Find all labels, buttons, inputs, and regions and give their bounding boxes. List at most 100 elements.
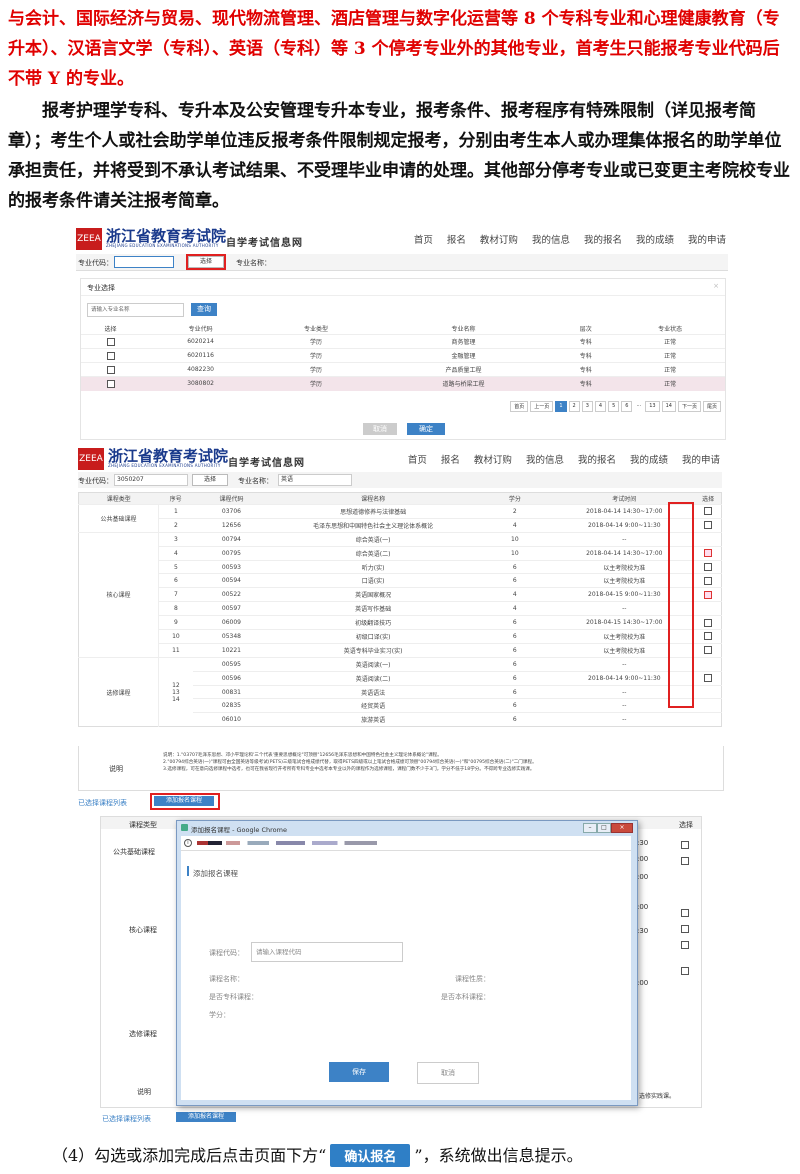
- major-code-input[interactable]: [114, 256, 174, 268]
- course-checkbox[interactable]: [704, 576, 713, 585]
- course-checkbox[interactable]: [704, 590, 713, 599]
- cell-select: [695, 713, 721, 727]
- course-code-input[interactable]: 请输入课程代码: [251, 942, 403, 962]
- step-4-prefix: （4）勾选或添加完成后点击页面下方“: [52, 1146, 327, 1165]
- nav-my-scores[interactable]: 我的成绩: [630, 452, 668, 466]
- table-row[interactable]: 8 00597 英语写作基础 4 --: [78, 601, 722, 616]
- major-name-input[interactable]: 英语: [278, 474, 352, 486]
- page-1[interactable]: 1: [555, 401, 567, 412]
- page-13[interactable]: 13: [645, 401, 660, 412]
- nav-my-registration[interactable]: 我的报名: [578, 452, 616, 466]
- course-checkbox[interactable]: [704, 646, 713, 655]
- table-row[interactable]: 5 00593 听力(实) 6 以主考院校为准: [78, 560, 722, 574]
- page-5[interactable]: 5: [608, 401, 620, 412]
- row-checkbox[interactable]: [106, 379, 115, 388]
- page-prev[interactable]: 上一页: [530, 401, 554, 412]
- nav-my-info[interactable]: 我的信息: [526, 452, 564, 466]
- add-course-button[interactable]: 添加报名课程: [176, 1112, 236, 1122]
- course-checkbox[interactable]: [704, 674, 713, 683]
- bg-checkbox[interactable]: [681, 841, 689, 849]
- cell-number: 4: [173, 549, 178, 557]
- highlight-add-button: [150, 793, 220, 810]
- cancel-button[interactable]: 取消: [363, 423, 397, 435]
- table-row[interactable]: 核心课程 3 00794 综合英语(一) 10 --: [78, 532, 722, 658]
- row-checkbox[interactable]: [106, 365, 115, 374]
- major-search-input[interactable]: 请输入专业名称: [87, 303, 184, 317]
- confirm-registration-button[interactable]: 确认报名: [330, 1144, 411, 1167]
- bg-checkbox[interactable]: [681, 925, 689, 933]
- cancel-button[interactable]: 取消: [417, 1062, 479, 1084]
- table-row[interactable]: 10 05348 初级口译(实) 6 以主考院校为准: [78, 629, 722, 644]
- bg-type-core: 核心课程: [129, 926, 157, 934]
- course-checkbox[interactable]: [704, 632, 713, 641]
- confirm-button[interactable]: 确定: [407, 423, 445, 435]
- selected-course-list-label: 已选择课程列表: [102, 1115, 151, 1123]
- query-button[interactable]: 查询: [191, 303, 217, 316]
- row-checkbox[interactable]: [106, 337, 115, 346]
- course-checkbox[interactable]: [704, 521, 713, 530]
- page-4[interactable]: 4: [594, 401, 607, 412]
- table-row[interactable]: 选修课程 12 13 14 00595 英语阅读(一) 6 --: [78, 657, 722, 727]
- info-icon[interactable]: i: [184, 839, 192, 847]
- page-14[interactable]: 14: [661, 401, 676, 412]
- col-credit: 学分: [508, 496, 521, 503]
- bg-checkbox[interactable]: [681, 941, 689, 949]
- address-bar[interactable]: i: [181, 836, 631, 851]
- bg-col-course-type: 课程类型: [129, 821, 157, 829]
- maximize-icon[interactable]: □: [597, 823, 611, 833]
- course-checkbox[interactable]: [704, 549, 713, 558]
- table-row[interactable]: 2 12656 毛泽东思想和中国特色社会主义理论体系概论 4 2018-04-14 9:…: [78, 518, 722, 532]
- table-row[interactable]: 3080802 学历 道路与桥梁工程 专科 正常: [81, 376, 725, 391]
- table-row[interactable]: 6 00594 口语(实) 6 以主考院校为准: [78, 573, 722, 588]
- bg-checkbox[interactable]: [681, 967, 689, 975]
- nav-my-applications[interactable]: 我的申请: [688, 232, 726, 246]
- bg-checkbox[interactable]: [681, 909, 689, 917]
- nav-textbooks[interactable]: 教材订购: [480, 232, 518, 246]
- nav-register[interactable]: 报名: [447, 232, 466, 246]
- col-level: 层次: [579, 326, 592, 333]
- row-checkbox[interactable]: [106, 351, 115, 360]
- table-row[interactable]: 公共基础课程 1 03706 思想道德修养与法律基础 2 2018-04-14 14:30…: [78, 504, 722, 533]
- nav-register[interactable]: 报名: [441, 452, 460, 466]
- cell-select: [695, 616, 721, 630]
- close-icon[interactable]: ×: [713, 282, 719, 290]
- select-major-button[interactable]: 选择: [192, 474, 228, 486]
- cell-number: 5: [173, 563, 178, 571]
- note-line-1: 说明：1."03707毛泽东思想、邓小平理论和'三个代表'重要思想概论"可顶替"…: [163, 753, 442, 758]
- nav-my-registration[interactable]: 我的报名: [584, 232, 622, 246]
- table-row[interactable]: 4 00795 综合英语(二) 10 2018-04-14 14:30~17:00: [78, 546, 722, 560]
- note-line-3: 3.选修课程，可在意向选修课程中选考，也可在我省现行开考所有专科专业中选考本专业…: [163, 767, 535, 772]
- cell-course-name: 英语写作基础: [355, 606, 392, 614]
- course-checkbox[interactable]: [704, 507, 713, 516]
- page-ellipsis: ...: [636, 402, 642, 408]
- course-checkbox[interactable]: [704, 563, 713, 571]
- major-code-input[interactable]: 3050207: [114, 474, 188, 486]
- save-button[interactable]: 保存: [329, 1062, 389, 1082]
- cell-credit: 6: [512, 702, 517, 710]
- course-checkbox[interactable]: [704, 618, 713, 627]
- nav-home[interactable]: 首页: [408, 452, 427, 466]
- table-row[interactable]: 6020116 学历 金融管理 专科 正常: [81, 348, 725, 363]
- table-row[interactable]: 11 10221 英语专科毕业实习(实) 6 以主考院校为准: [78, 643, 722, 657]
- nav-my-info[interactable]: 我的信息: [532, 232, 570, 246]
- page-first[interactable]: 首页: [510, 401, 529, 412]
- close-icon[interactable]: ×: [611, 823, 633, 833]
- table-row[interactable]: 7 00522 英语国家概况 4 2018-04-15 9:00~11:30: [78, 587, 722, 602]
- page-6[interactable]: 6: [621, 401, 633, 412]
- minimize-icon[interactable]: –: [583, 823, 597, 833]
- bg-time-2: :00: [637, 855, 649, 863]
- nav-textbooks[interactable]: 教材订购: [474, 452, 512, 466]
- table-row[interactable]: 6020214 学历 商务管理 专科 正常: [81, 334, 725, 349]
- table-row[interactable]: 4082230 学历 产品质量工程 专科 正常: [81, 362, 725, 377]
- cell-select: [695, 630, 721, 644]
- nav-home[interactable]: 首页: [414, 232, 433, 246]
- cell-code: 3080802: [187, 380, 214, 388]
- bg-checkbox[interactable]: [681, 857, 689, 865]
- page-2[interactable]: 2: [568, 401, 580, 412]
- table-row[interactable]: 9 06009 初级翻译技巧 6 2018-04-15 14:30~17:00: [78, 615, 722, 630]
- nav-my-scores[interactable]: 我的成绩: [636, 232, 674, 246]
- nav-my-applications[interactable]: 我的申请: [682, 452, 720, 466]
- page-next[interactable]: 下一页: [677, 401, 701, 412]
- page-last[interactable]: 尾页: [702, 401, 721, 412]
- page-3[interactable]: 3: [581, 401, 593, 412]
